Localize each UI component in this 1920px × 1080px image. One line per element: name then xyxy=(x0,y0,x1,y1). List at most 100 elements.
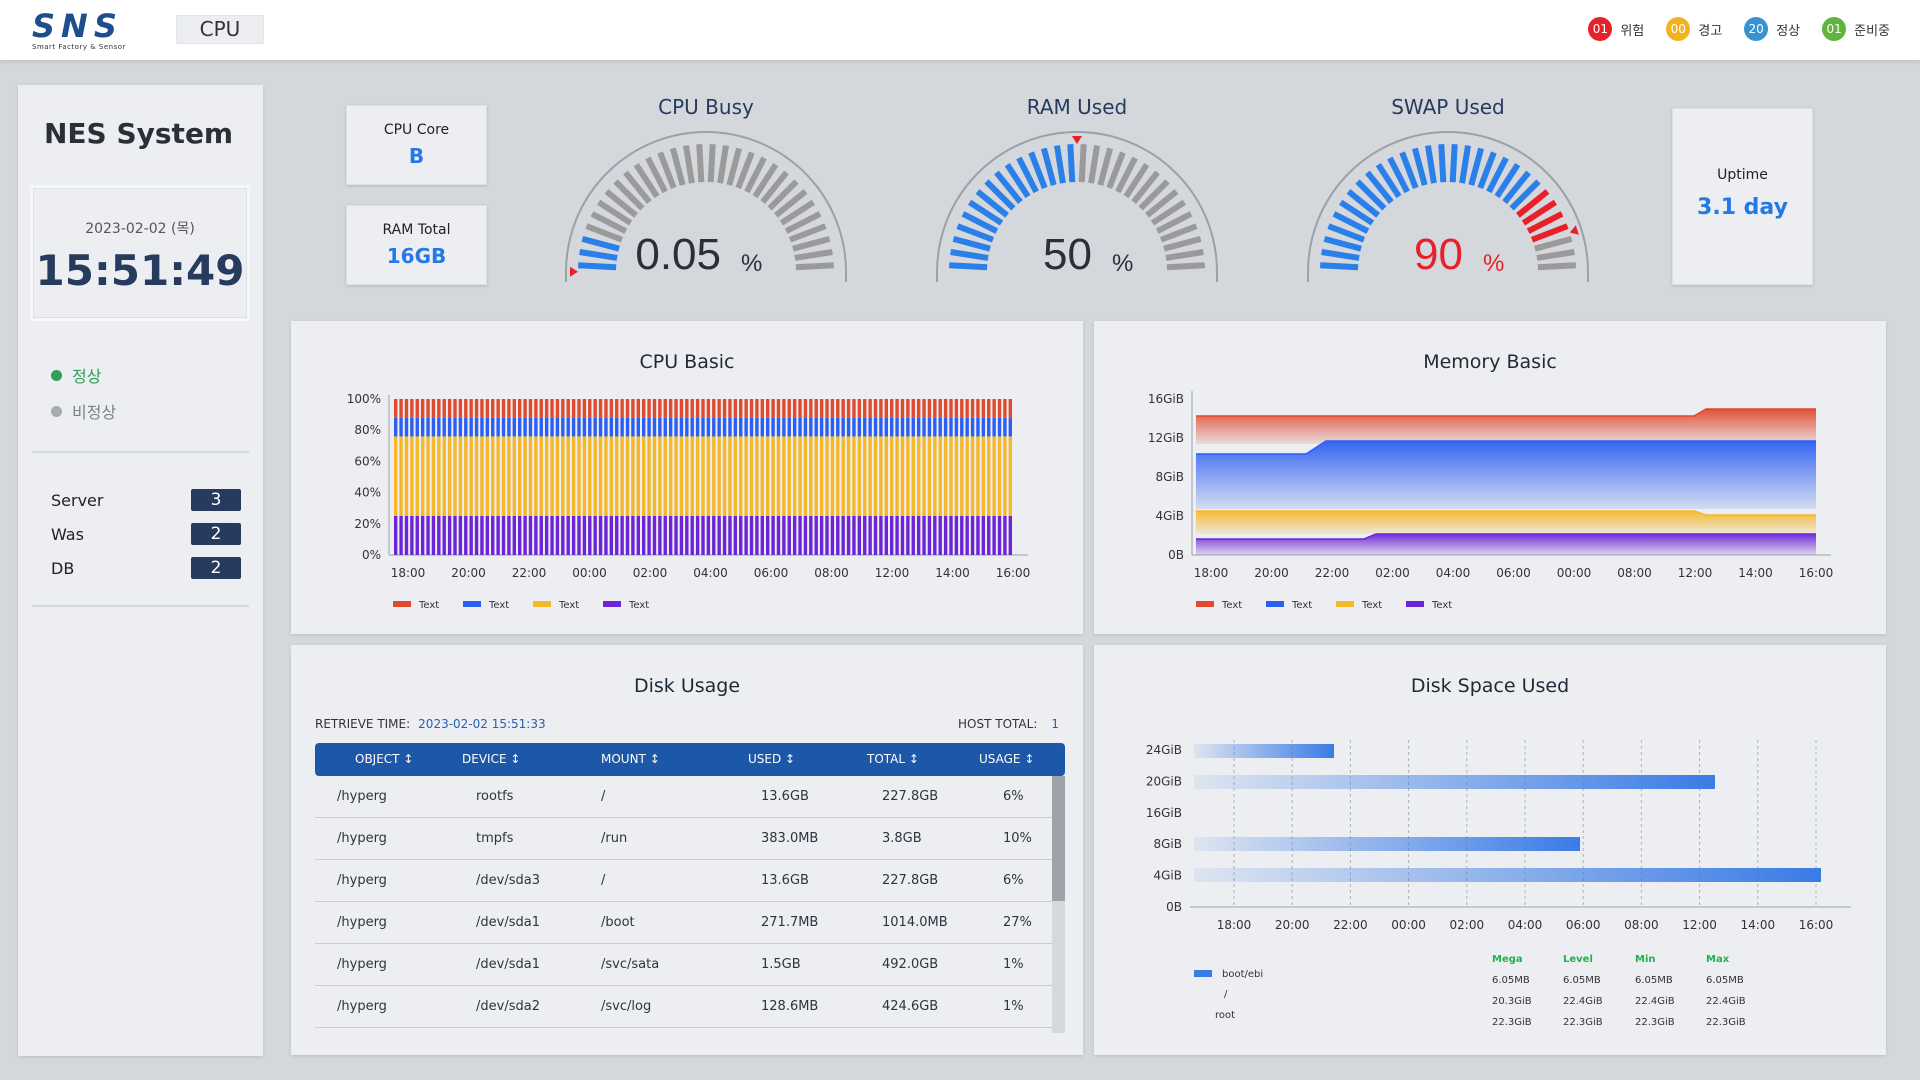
cpu-bar-segment xyxy=(685,399,689,418)
page-tab-cpu[interactable]: CPU xyxy=(176,15,264,44)
status-item[interactable]: 01 준비중 xyxy=(1822,17,1890,41)
cpu-bar-segment xyxy=(825,417,829,437)
cpu-bar-segment xyxy=(873,417,878,437)
host-total: HOST TOTAL: 1 xyxy=(958,717,1059,731)
status-legend-list: 정상비정상 xyxy=(51,363,116,435)
table-cell: /hyperg xyxy=(337,831,387,846)
legend-label: Text xyxy=(1431,600,1452,611)
x-tick-label: 08:00 xyxy=(814,566,849,580)
cpu-bar-segment xyxy=(749,399,754,418)
sort-icon[interactable]: ↕ xyxy=(905,752,919,766)
sort-icon[interactable]: ↕ xyxy=(781,752,795,766)
table-row[interactable]: /hyperg/dev/sda1/boot 271.7MB 1014.0MB 27% xyxy=(315,902,1052,944)
cpu-bar-segment xyxy=(674,436,678,516)
table-row[interactable]: /hyperg/dev/sda3 / 13.6GB 227.8GB 6% xyxy=(315,860,1052,902)
stats-cell: 6.05MB xyxy=(1563,975,1601,986)
system-title: NES System xyxy=(44,117,234,150)
cpu-bar-segment xyxy=(642,399,646,418)
cpu-bar-segment xyxy=(512,516,516,555)
cpu-core-label: CPU Core xyxy=(383,122,450,138)
sort-icon[interactable]: ↕ xyxy=(400,752,413,766)
cpu-bar-segment xyxy=(701,399,705,418)
gauge-tick xyxy=(669,147,686,186)
cpu-bar-segment xyxy=(965,417,969,437)
cpu-basic-panel: CPU Basic 100% 80% 60% 40% 20% 0% 18:00 20:00 22… xyxy=(291,321,1083,634)
cpu-bar-segment xyxy=(426,436,430,516)
status-item[interactable]: 20 정상 xyxy=(1744,17,1800,41)
y-tick-label: 16GiB xyxy=(1146,806,1182,820)
cpu-bar-segment xyxy=(518,516,522,555)
gauge-dial: 0.05% xyxy=(565,131,847,282)
status-item[interactable]: 01 위험 xyxy=(1588,17,1644,41)
company-logo[interactable]: SNS Smart Factory & Sensor xyxy=(32,10,152,52)
x-tick-label: 00:00 xyxy=(572,566,607,580)
status-item[interactable]: 00 경고 xyxy=(1666,17,1722,41)
cpu-bar-segment xyxy=(836,436,840,516)
column-header-device[interactable]: DEVICE ↕ xyxy=(462,743,520,776)
count-row[interactable]: Was 2 xyxy=(51,517,241,551)
table-row[interactable]: /hyperg tmpfs/run 383.0MB 3.8GB 10% xyxy=(315,818,1052,860)
column-header-usage[interactable]: USAGE ↕ xyxy=(979,743,1034,776)
column-header-used[interactable]: USED ↕ xyxy=(748,743,795,776)
cpu-bar-segment xyxy=(890,436,894,516)
logo-mark: SNS xyxy=(32,7,123,45)
cpu-bar-segment xyxy=(733,436,738,516)
scrollbar-thumb[interactable] xyxy=(1052,776,1065,901)
cpu-bar-segment xyxy=(679,516,684,555)
cpu-bar-segment xyxy=(679,417,684,437)
cpu-bar-segment xyxy=(755,516,759,555)
sort-icon[interactable]: ↕ xyxy=(507,752,520,766)
cpu-bar-segment xyxy=(668,516,673,555)
cpu-bar-segment xyxy=(787,516,791,555)
status-summary: 01 위험 00 경고 20 정상 01 준비중 xyxy=(1588,17,1890,41)
column-header-object[interactable]: OBJECT ↕ xyxy=(355,743,413,776)
table-row[interactable]: /hyperg/dev/sda1/svc/sata 1.5GB 492.0GB 1% xyxy=(315,944,1052,986)
legend-item[interactable]: 비정상 xyxy=(51,399,116,423)
table-row[interactable]: /hyperg rootfs / 13.6GB 227.8GB 6% xyxy=(315,776,1052,818)
table-scrollbar[interactable] xyxy=(1052,776,1065,1033)
y-tick-label: 40% xyxy=(354,486,381,500)
column-header-mount[interactable]: MOUNT ↕ xyxy=(601,743,660,776)
cpu-bar-segment xyxy=(588,399,592,418)
x-tick-label: 08:00 xyxy=(1617,566,1652,580)
cpu-bar-segment xyxy=(668,436,673,516)
count-row[interactable]: Server 3 xyxy=(51,483,241,517)
gauge-unit: % xyxy=(1483,250,1504,277)
cpu-bar-segment xyxy=(879,399,883,418)
cpu-bar-segment xyxy=(647,436,651,516)
cpu-bar-segment xyxy=(501,436,506,516)
table-row[interactable]: /hyperg/dev/sda2/svc/log 128.6MB 424.6GB 1% xyxy=(315,986,1052,1028)
cpu-bar-segment xyxy=(410,516,414,555)
cpu-bar-segment xyxy=(631,436,635,516)
gauge-tick xyxy=(1411,147,1428,186)
cpu-bar-segment xyxy=(566,436,570,516)
status-label: 위험 xyxy=(1620,23,1645,39)
gauge-dial: 50% xyxy=(936,131,1218,282)
cpu-bar-segment xyxy=(976,436,980,516)
sort-icon[interactable]: ↕ xyxy=(1021,752,1034,766)
cpu-bar-segment xyxy=(625,399,630,418)
count-row[interactable]: DB 2 xyxy=(51,551,241,585)
cpu-bar-segment xyxy=(507,516,511,555)
cpu-bar-segment xyxy=(685,417,689,437)
legend-item[interactable]: 정상 xyxy=(51,363,116,387)
cpu-bar-segment xyxy=(922,417,926,437)
cpu-bar-segment xyxy=(458,417,463,437)
cpu-bar-segment xyxy=(976,516,980,555)
cpu-bar-segment xyxy=(496,516,500,555)
disk-table-body[interactable]: /hyperg rootfs / 13.6GB 227.8GB 6% /hyperg tmpf… xyxy=(315,776,1052,1033)
sort-icon[interactable]: ↕ xyxy=(646,752,660,766)
cpu-bar-segment xyxy=(760,516,764,555)
cpu-bar-segment xyxy=(615,417,619,437)
logo-subtitle: Smart Factory & Sensor xyxy=(32,43,126,51)
cpu-bar-segment xyxy=(766,516,770,555)
cpu-bar-segment xyxy=(523,516,527,555)
column-header-total[interactable]: TOTAL ↕ xyxy=(867,743,919,776)
cpu-basic-chart: 100% 80% 60% 40% 20% 0% 18:00 20:00 22:00 00:00 02… xyxy=(347,392,1031,611)
cpu-bar-segment xyxy=(534,417,538,437)
cpu-bar-segment xyxy=(394,436,398,516)
cpu-bar-segment xyxy=(792,417,797,437)
cpu-bar-segment xyxy=(836,516,840,555)
x-tick-label: 22:00 xyxy=(512,566,547,580)
cpu-bar-segment xyxy=(987,516,991,555)
